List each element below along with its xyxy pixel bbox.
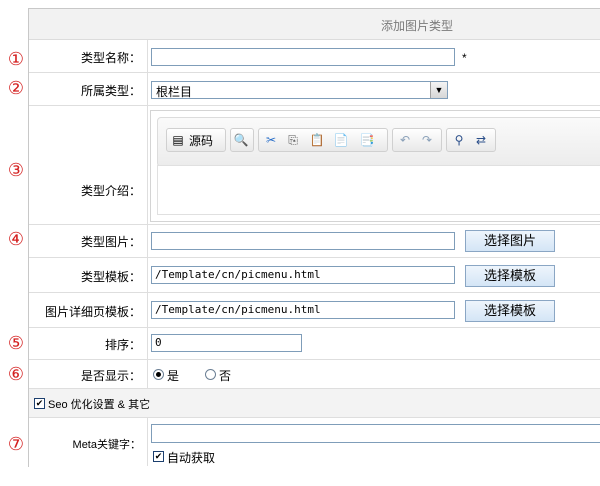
select-image-button[interactable]: 选择图片	[465, 230, 555, 252]
select-detail-template-button[interactable]: 选择模板	[465, 300, 555, 322]
chevron-down-icon[interactable]: ▼	[430, 82, 447, 98]
template-label: 类型模板：	[80, 270, 141, 284]
display-label: 是否显示：	[80, 369, 141, 383]
paste-word-icon[interactable]: 📑	[358, 131, 376, 149]
type-name-label: 类型名称：	[80, 51, 141, 65]
rich-text-editor: ▤ 源码 🔍 ✂ ⎘ 📋 📄 📑 ↶ ↷ ⚲ ⇄	[150, 110, 600, 222]
detail-template-label: 图片详细页模板：	[44, 305, 141, 319]
form-header: 添加图片类型	[29, 9, 600, 40]
display-yes-radio[interactable]	[153, 369, 164, 380]
marker-2: ②	[7, 78, 25, 99]
parent-type-select[interactable]: 根栏目 ▼	[151, 81, 448, 99]
marker-3: ③	[7, 160, 25, 181]
history-group: ↶ ↷	[392, 128, 442, 152]
intro-label: 类型介绍：	[80, 184, 141, 198]
copy-icon[interactable]: ⎘	[284, 131, 302, 149]
template-input[interactable]: /Template/cn/picmenu.html	[151, 266, 455, 284]
preview-icon: 🔍	[233, 133, 249, 147]
parent-type-value: 根栏目	[156, 85, 193, 99]
page-title: 添加图片类型	[381, 19, 454, 33]
meta-keywords-label: Meta关键字：	[72, 439, 141, 451]
seo-checkbox[interactable]: ✔	[34, 398, 45, 409]
clipboard-group: ✂ ⎘ 📋 📄 📑	[258, 128, 388, 152]
image-input[interactable]	[151, 232, 455, 250]
source-label: 源码	[189, 134, 214, 148]
editor-toolbar: ▤ 源码 🔍 ✂ ⎘ 📋 📄 📑 ↶ ↷ ⚲ ⇄	[157, 117, 600, 167]
parent-type-label: 所属类型：	[80, 84, 141, 98]
sort-input[interactable]: 0	[151, 334, 302, 352]
display-yes-label: 是	[167, 369, 180, 383]
paste-text-icon[interactable]: 📄	[332, 131, 350, 149]
type-name-input[interactable]	[151, 48, 455, 66]
row-sort: 排序：	[29, 328, 600, 360]
seo-label: Seo 优化设置 & 其它	[48, 399, 151, 411]
undo-icon[interactable]: ↶	[396, 131, 414, 149]
auto-fetch-label: 自动获取	[167, 451, 216, 465]
marker-5: ⑤	[7, 333, 25, 354]
cut-icon[interactable]: ✂	[262, 131, 280, 149]
document-icon: ▤	[172, 133, 184, 147]
find-icon[interactable]: ⚲	[450, 131, 468, 149]
marker-1: ①	[7, 49, 25, 70]
sort-label: 排序：	[104, 338, 141, 352]
editor-content-area[interactable]	[157, 165, 600, 215]
redo-icon[interactable]: ↷	[418, 131, 436, 149]
meta-keywords-input[interactable]	[151, 424, 600, 443]
display-no-label: 否	[219, 369, 232, 383]
replace-icon[interactable]: ⇄	[472, 131, 490, 149]
detail-template-input[interactable]: /Template/cn/picmenu.html	[151, 301, 455, 319]
preview-button[interactable]: 🔍	[230, 128, 254, 152]
find-group: ⚲ ⇄	[446, 128, 496, 152]
paste-icon[interactable]: 📋	[308, 131, 326, 149]
select-template-button[interactable]: 选择模板	[465, 265, 555, 287]
row-display: 是否显示：	[29, 360, 600, 389]
marker-6: ⑥	[7, 364, 25, 385]
marker-7: ⑦	[7, 434, 25, 455]
marker-4: ④	[7, 229, 25, 250]
required-mark: *	[462, 51, 467, 65]
source-button[interactable]: ▤ 源码	[166, 128, 226, 152]
image-label: 类型图片：	[80, 235, 141, 249]
display-no-radio[interactable]	[205, 369, 216, 380]
auto-fetch-checkbox[interactable]: ✔	[153, 451, 164, 462]
